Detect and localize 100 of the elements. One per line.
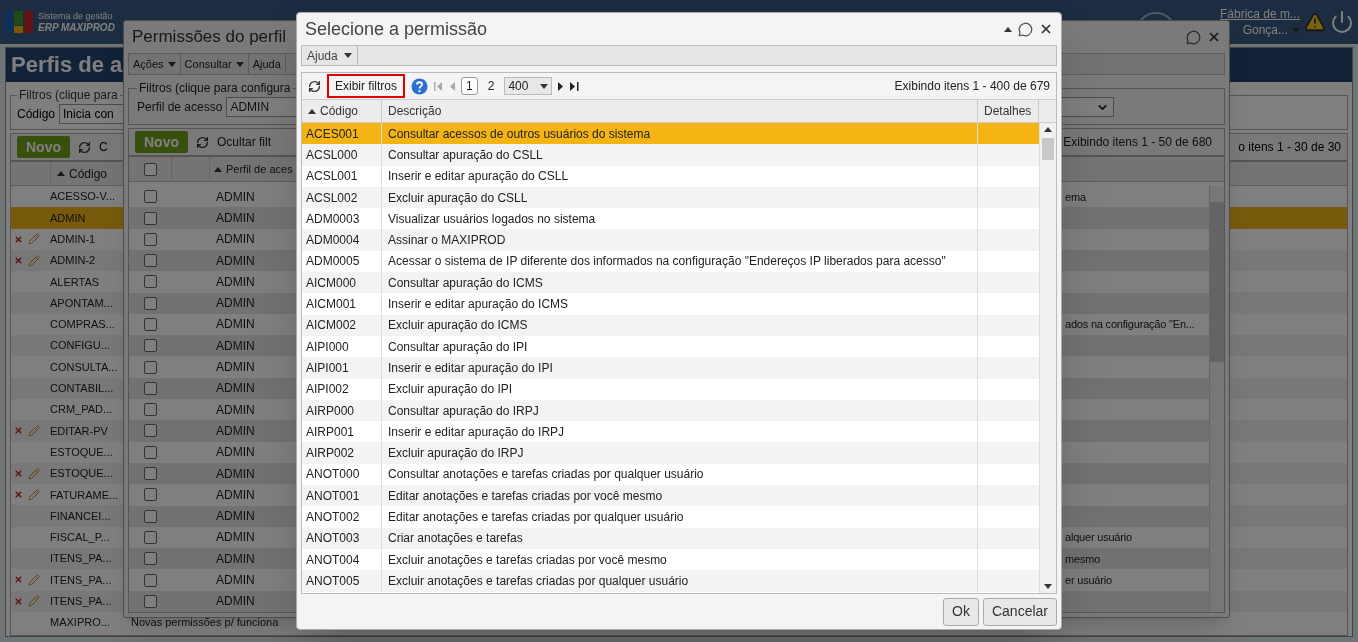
row-checkbox[interactable] (144, 339, 157, 353)
table-cell-text: EDITAR-PV (49, 423, 109, 439)
user-menu[interactable]: Gonça... (1242, 22, 1300, 38)
table-cell-text: ADMIN (215, 444, 256, 462)
help-icon[interactable] (411, 77, 428, 95)
row-checkbox[interactable] (144, 509, 157, 523)
row-checkbox[interactable] (144, 573, 157, 587)
row-checkbox[interactable] (144, 232, 157, 246)
table-row[interactable]: AICM000 Consultar apuração do ICMS (302, 272, 1039, 294)
hide-filters-button[interactable]: Ocultar filt (217, 133, 271, 151)
delete-icon[interactable] (14, 234, 23, 244)
row-checkbox[interactable] (144, 190, 157, 204)
menu-item[interactable]: Ajuda (248, 54, 286, 74)
table-cell-text: ADMIN (215, 252, 256, 270)
delete-icon[interactable] (14, 490, 23, 500)
column-header[interactable]: Código (302, 100, 382, 122)
page-link[interactable]: 1 (461, 77, 478, 95)
scrollbar[interactable] (1039, 123, 1056, 593)
filters-legend[interactable]: Filtros (clique para configura (137, 79, 293, 97)
first-page-icon[interactable] (434, 81, 443, 91)
edit-icon[interactable] (28, 233, 40, 246)
table-cell: AICM002 (302, 314, 382, 336)
table-row[interactable]: AIPI001 Inserir e editar apuração do IPI (302, 357, 1039, 379)
edit-icon[interactable] (28, 467, 40, 480)
page-link[interactable]: 2 (483, 77, 499, 95)
page-title: Perfis de a (11, 54, 123, 76)
row-checkbox[interactable] (144, 211, 157, 225)
filter-label: Código (17, 106, 56, 123)
table-row[interactable]: ANOT001 Editar anotações e tarefas criadas por você mesmo (302, 485, 1039, 507)
edit-icon[interactable] (28, 424, 40, 437)
table-cell: ados na configuração "En... (1065, 318, 1195, 331)
show-filters-button[interactable]: Exibir filtros (327, 74, 405, 98)
row-checkbox[interactable] (144, 296, 157, 310)
edit-icon[interactable] (28, 488, 40, 501)
table-cell-text: ADMIN (215, 508, 256, 526)
table-row[interactable]: ACSL002 Excluir apuração do CSLL (302, 186, 1039, 209)
company-link[interactable]: Fábrica de m... (1219, 6, 1300, 22)
comment-icon[interactable] (1186, 29, 1201, 45)
table-cell-text: ADMIN (215, 572, 256, 590)
column-header[interactable]: Perfil de aces (210, 157, 297, 182)
dialog-button[interactable]: Cancelar (982, 597, 1057, 626)
row-checkbox[interactable] (144, 381, 157, 395)
refresh-icon[interactable] (308, 79, 321, 93)
edit-icon[interactable] (28, 574, 40, 586)
warning-icon[interactable] (1304, 11, 1326, 33)
edit-icon[interactable] (28, 595, 40, 608)
row-checkbox[interactable] (144, 318, 157, 331)
table-cell-text: CONTABIL... (49, 381, 115, 397)
select-all-checkbox[interactable] (143, 162, 157, 176)
delete-icon[interactable] (14, 256, 23, 266)
brand-name: ERP MAXIPROD (38, 22, 115, 34)
page-size-select[interactable]: 400 (504, 77, 553, 95)
edit-icon[interactable] (28, 254, 40, 267)
row-checkbox[interactable] (144, 552, 157, 566)
row-checkbox[interactable] (144, 467, 157, 481)
row-checkbox[interactable] (144, 488, 157, 502)
scrollbar-thumb[interactable] (1210, 202, 1224, 363)
scrollbar[interactable] (1209, 186, 1224, 612)
delete-icon[interactable] (14, 596, 23, 606)
table-cell-text: ADMIN (215, 465, 256, 483)
close-icon[interactable] (1039, 22, 1053, 36)
table-row[interactable]: ADM0004 Assinar o MAXIPROD (302, 229, 1039, 251)
menu-item[interactable]: Consultar (180, 54, 249, 74)
comment-icon[interactable] (1018, 21, 1033, 37)
table-row[interactable]: AICM002 Excluir apuração do ICMS (302, 314, 1039, 336)
row-checkbox[interactable] (144, 275, 157, 289)
toolbar-label[interactable]: C (99, 138, 108, 156)
table-cell: Criar anotações e tarefas (382, 527, 978, 549)
table-cell-text: ADMIN (215, 550, 256, 568)
dialog-button[interactable]: Ok (943, 597, 979, 626)
table-row[interactable]: AIRP002 Excluir apuração do IRPJ (302, 442, 1039, 464)
delete-icon[interactable] (14, 469, 23, 478)
menu-item[interactable]: Ajuda (302, 46, 358, 65)
table-cell: ema (1065, 190, 1086, 203)
table-row[interactable]: ANOT003 Criar anotações e tarefas (302, 527, 1039, 549)
column-header[interactable]: Detalhes (978, 100, 1039, 122)
scrollbar-thumb[interactable] (1042, 138, 1054, 160)
table-row[interactable]: AIRP000 Consultar apuração do IRPJ (302, 399, 1039, 422)
column-header[interactable]: Descrição (382, 100, 978, 122)
delete-icon[interactable] (14, 575, 23, 585)
row-checkbox[interactable] (144, 530, 157, 544)
filters-legend[interactable]: Filtros (clique para (17, 86, 120, 104)
row-checkbox[interactable] (144, 594, 157, 608)
table-cell: Inserir e editar apuração do ICMS (382, 293, 978, 315)
menu-item[interactable]: Ações (129, 54, 181, 74)
row-checkbox[interactable] (144, 445, 157, 459)
table-row[interactable]: ANOT005 Excluir anotações e tarefas criadas por qualquer usuário (302, 570, 1039, 592)
last-page-icon[interactable] (570, 81, 580, 91)
row-checkbox[interactable] (144, 254, 157, 268)
table-cell: alquer usuário (1065, 531, 1132, 544)
row-checkbox[interactable] (144, 424, 157, 438)
table-cell-text: ADMIN (215, 295, 256, 313)
next-page-icon[interactable] (558, 81, 565, 91)
delete-icon[interactable] (14, 426, 23, 436)
power-icon[interactable] (1330, 10, 1354, 34)
previous-page-icon[interactable] (449, 81, 455, 91)
table-row[interactable]: ACSL000 Consultar apuração do CSLL (302, 144, 1039, 166)
row-checkbox[interactable] (144, 403, 157, 417)
table-row[interactable]: ACES001 Consultar acessos de outros usuários do sistema (302, 123, 1039, 145)
row-checkbox[interactable] (144, 360, 157, 374)
